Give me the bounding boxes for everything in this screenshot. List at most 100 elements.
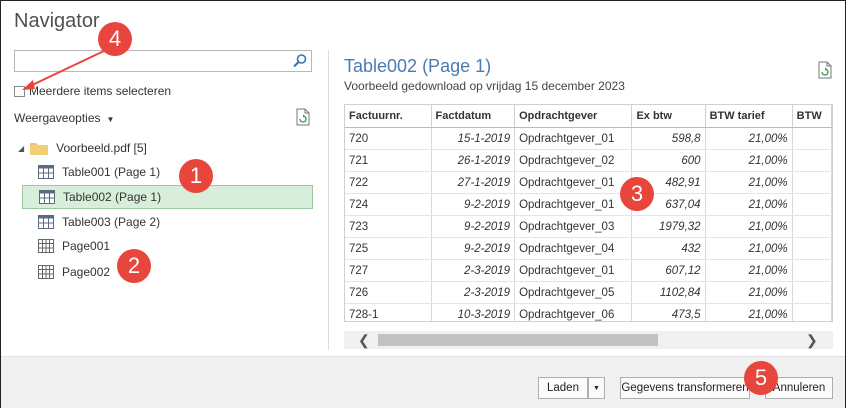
table-cell: 598,8 (631, 127, 706, 150)
table-cell: 1102,84 (631, 281, 706, 304)
table-cell (792, 259, 832, 282)
table-cell: Opdrachtgever_01 (514, 171, 633, 194)
table-cell: 720 (345, 127, 432, 150)
expand-arrow-icon[interactable]: ◢ (18, 144, 24, 153)
page-grid-icon (38, 239, 54, 253)
table-cell: 1979,32 (631, 215, 706, 238)
table-cell: 432 (631, 237, 706, 260)
table-cell: Opdrachtgever_01 (514, 193, 633, 216)
tree-item-table003[interactable]: Table003 (Page 2) (22, 211, 313, 233)
pane-divider[interactable] (328, 50, 329, 350)
table-cell: 10-3-2019 (431, 303, 516, 321)
table-cell: 21,00% (705, 259, 793, 282)
tree-item-label: Table001 (Page 1) (62, 165, 161, 179)
preview-table: Factuurnr. Factdatum Opdrachtgever Ex btw BT… (344, 104, 833, 322)
table-cell: 21,00% (705, 237, 793, 260)
table-cell (792, 281, 832, 304)
table-row: 724 9-2-2019 Opdrachtgever_01 637,04 21,00% (345, 193, 832, 216)
table-cell (792, 193, 832, 216)
table-cell: 723 (345, 215, 432, 238)
annotation-badge-2: 2 (117, 249, 151, 283)
table-cell: 728-1 (345, 303, 432, 321)
table-row: 725 9-2-2019 Opdrachtgever_04 432 21,00% (345, 237, 832, 260)
window-title: Navigator (14, 10, 100, 32)
annotation-badge-4: 4 (98, 22, 132, 56)
tree-root-label: Voorbeeld.pdf [5] (56, 141, 147, 155)
multi-select-checkbox[interactable] (14, 85, 25, 97)
table-cell: Opdrachtgever_01 (514, 259, 633, 282)
table-cell: Opdrachtgever_04 (514, 237, 633, 260)
table-icon (38, 165, 54, 179)
table-row: 727 2-3-2019 Opdrachtgever_01 607,12 21,00% (345, 259, 832, 282)
refresh-icon[interactable] (294, 108, 312, 126)
table-cell: Opdrachtgever_06 (514, 303, 633, 321)
table-row: 721 26-1-2019 Opdrachtgever_02 600 21,00% (345, 149, 832, 172)
load-label: Laden (547, 382, 579, 394)
tree-item-page002[interactable]: Page002 (22, 261, 313, 283)
horizontal-scrollbar[interactable]: ❮ ❯ (344, 331, 833, 349)
scroll-left-icon[interactable]: ❮ (358, 332, 370, 349)
table-cell: Opdrachtgever_02 (514, 149, 633, 172)
multi-select-label: Meerdere items selecteren (29, 84, 172, 98)
search-input[interactable] (14, 50, 312, 72)
load-button[interactable]: Laden (538, 377, 588, 399)
column-header[interactable]: BTW tarief (705, 105, 793, 128)
table-cell (792, 149, 832, 172)
column-header[interactable]: BTW (792, 105, 832, 128)
preview-title: Table002 (Page 1) (344, 56, 492, 76)
tree-item-table001[interactable]: Table001 (Page 1) (22, 161, 313, 183)
annotation-badge-5: 5 (744, 361, 778, 395)
table-cell: 721 (345, 149, 432, 172)
table-cell: 9-2-2019 (431, 193, 516, 216)
folder-icon (30, 141, 49, 155)
table-cell: 21,00% (705, 281, 793, 304)
view-options-dropdown[interactable]: Weergaveopties ▼ (14, 111, 114, 125)
table-cell: 727 (345, 259, 432, 282)
column-header[interactable]: Factdatum (431, 105, 516, 128)
table-cell: 2-3-2019 (431, 281, 516, 304)
table-cell (792, 215, 832, 238)
tree-item-label: Table003 (Page 2) (62, 215, 161, 229)
tree-item-page001[interactable]: Page001 (22, 235, 313, 257)
table-cell: Opdrachtgever_01 (514, 127, 633, 150)
tree-root-file[interactable]: ◢ Voorbeeld.pdf [5] (18, 137, 147, 159)
refresh-icon[interactable] (816, 61, 834, 79)
search-icon[interactable] (292, 53, 308, 69)
preview-subtitle: Voorbeeld gedownload op vrijdag 15 decem… (344, 79, 625, 93)
table-cell: 15-1-2019 (431, 127, 516, 150)
tree-item-table002[interactable]: Table002 (Page 1) (22, 185, 313, 209)
table-cell: 21,00% (705, 215, 793, 238)
view-options-label: Weergaveopties (14, 111, 101, 125)
scroll-right-icon[interactable]: ❯ (806, 332, 818, 349)
transform-data-button[interactable]: Gegevens transformeren (620, 377, 750, 399)
table-cell: 722 (345, 171, 432, 194)
table-cell: 27-1-2019 (431, 171, 516, 194)
table-cell: Opdrachtgever_03 (514, 215, 633, 238)
table-cell: 21,00% (705, 193, 793, 216)
scrollbar-thumb[interactable] (378, 334, 658, 346)
table-cell: 21,00% (705, 303, 793, 321)
tree-item-label: Page001 (62, 239, 111, 253)
table-cell: 9-2-2019 (431, 237, 516, 260)
table-row: 728-1 10-3-2019 Opdrachtgever_06 473,5 21,00… (345, 303, 832, 321)
table-row: 726 2-3-2019 Opdrachtgever_05 1102,84 21,00% (345, 281, 832, 304)
multi-select-row[interactable]: Meerdere items selecteren (14, 84, 171, 98)
table-cell: 726 (345, 281, 432, 304)
chevron-down-icon: ▼ (593, 384, 600, 392)
annotation-badge-1: 1 (179, 159, 213, 193)
column-header[interactable]: Ex btw (631, 105, 706, 128)
load-dropdown-button[interactable]: ▼ (588, 377, 605, 399)
table-cell: 2-3-2019 (431, 259, 516, 282)
table-icon (38, 215, 54, 229)
chevron-down-icon: ▼ (106, 115, 115, 124)
table-cell: 9-2-2019 (431, 215, 516, 238)
column-header[interactable]: Opdrachtgever (514, 105, 633, 128)
table-row: 720 15-1-2019 Opdrachtgever_01 598,8 21,00% (345, 127, 832, 150)
table-cell: 26-1-2019 (431, 149, 516, 172)
table-row: 722 27-1-2019 Opdrachtgever_01 482,91 21,00% (345, 171, 832, 194)
table-cell (792, 303, 832, 321)
tree-item-label: Page002 (62, 265, 111, 279)
table-cell: 21,00% (705, 171, 793, 194)
column-header[interactable]: Factuurnr. (345, 105, 432, 128)
table-row: 723 9-2-2019 Opdrachtgever_03 1979,32 21,00% (345, 215, 832, 238)
